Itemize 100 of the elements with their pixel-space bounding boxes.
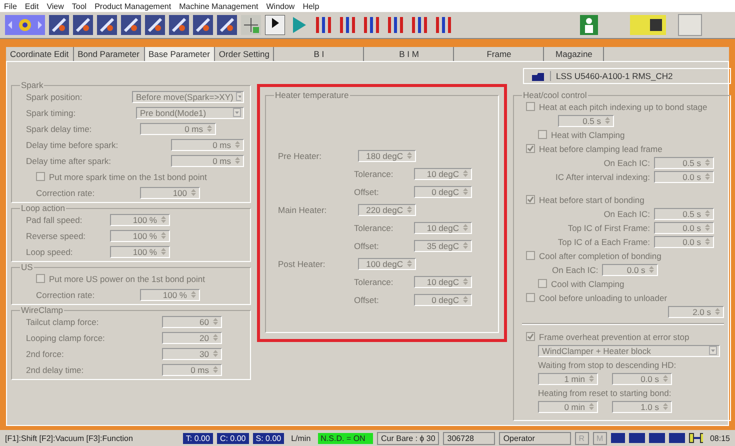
spin-field[interactable]: 20 xyxy=(162,332,222,344)
spin-arrows-icon[interactable] xyxy=(462,169,469,178)
dropdown[interactable]: Before move(Spark=>XY) xyxy=(132,90,244,102)
spin-field[interactable]: 0 ms xyxy=(171,138,244,150)
spin-field[interactable]: 0.5 s xyxy=(654,208,714,220)
checkbox[interactable] xyxy=(526,251,535,260)
spin-arrows-icon[interactable] xyxy=(704,223,711,232)
checkbox[interactable] xyxy=(526,195,535,204)
spin-field[interactable]: 0.0 s xyxy=(612,372,672,384)
checkbox[interactable] xyxy=(526,332,535,341)
toolbar-button[interactable] xyxy=(216,14,238,36)
spin-arrows-icon[interactable] xyxy=(160,215,167,224)
spin-field[interactable]: 0.0 s xyxy=(602,264,658,276)
checkbox[interactable] xyxy=(36,274,45,283)
spin-arrows-icon[interactable] xyxy=(462,223,469,232)
spin-arrows-icon[interactable] xyxy=(704,158,711,167)
checkbox[interactable] xyxy=(526,102,535,111)
spin-arrows-icon[interactable] xyxy=(160,247,167,256)
spin-field[interactable]: 0.5 s xyxy=(558,114,614,126)
spin-arrows-icon[interactable] xyxy=(406,151,413,160)
spin-field[interactable]: 2.0 s xyxy=(668,306,724,318)
checkbox[interactable] xyxy=(526,293,535,302)
spin-arrows-icon[interactable] xyxy=(206,124,213,133)
spin-arrows-icon[interactable] xyxy=(648,265,656,274)
menu-item[interactable]: Help xyxy=(302,2,320,10)
checkbox[interactable] xyxy=(538,279,547,288)
toolbar-button[interactable] xyxy=(96,14,118,36)
menu-item[interactable]: Tool xyxy=(72,2,87,10)
spin-arrows-icon[interactable] xyxy=(212,317,219,326)
spin-arrows-icon[interactable] xyxy=(234,140,241,149)
spin-field[interactable]: 1 min xyxy=(538,372,598,384)
spin-arrows-icon[interactable] xyxy=(714,307,721,316)
spin-field[interactable]: 0.0 s xyxy=(654,236,714,248)
checkbox[interactable] xyxy=(538,130,547,139)
spin-arrows-icon[interactable] xyxy=(406,205,413,214)
toolbar-button[interactable] xyxy=(628,14,668,36)
spin-field[interactable]: 60 xyxy=(162,316,222,328)
menu-item[interactable]: Window xyxy=(266,2,295,10)
spin-arrows-icon[interactable] xyxy=(662,374,669,383)
key-hints: [F1]:Shift [F2]:Vacuum [F3]:Function xyxy=(4,432,134,444)
spin-field[interactable]: 35 degC xyxy=(414,240,472,252)
spin-field[interactable]: 10 degC xyxy=(414,168,472,180)
field-label: Tolerance: xyxy=(354,222,394,232)
spin-field[interactable]: 100 % xyxy=(110,214,170,226)
tab[interactable]: Base Parameter xyxy=(144,47,215,61)
menu-item[interactable]: File xyxy=(4,2,17,10)
spin-arrows-icon[interactable] xyxy=(462,277,469,286)
spin-arrows-icon[interactable] xyxy=(462,241,469,250)
dropdown[interactable]: Pre bond(Mode1) xyxy=(136,106,244,118)
toolbar-button[interactable] xyxy=(144,14,166,36)
spin-field[interactable]: 100 xyxy=(140,186,200,198)
spin-field[interactable]: 10 degC xyxy=(414,276,472,288)
spin-arrows-icon[interactable] xyxy=(588,374,595,383)
spin-arrows-icon[interactable] xyxy=(160,231,167,240)
spin-field[interactable]: 180 degC xyxy=(358,150,416,162)
spin-arrows-icon[interactable] xyxy=(588,402,595,411)
spin-arrows-icon[interactable] xyxy=(462,187,469,196)
checkbox[interactable] xyxy=(526,144,535,153)
menu-item[interactable]: Product Management xyxy=(94,2,172,10)
spin-arrows-icon[interactable] xyxy=(604,116,611,125)
spin-field[interactable]: 0.0 s xyxy=(654,222,714,234)
spin-arrows-icon[interactable] xyxy=(406,259,413,268)
spin-field[interactable]: 0 degC xyxy=(414,186,472,198)
menu-item[interactable]: View xyxy=(46,2,64,10)
checkbox[interactable] xyxy=(36,172,45,181)
spin-field[interactable]: 30 xyxy=(162,348,222,360)
spin-field[interactable]: 1.0 s xyxy=(612,400,672,412)
spin-arrows-icon[interactable] xyxy=(234,156,241,165)
toolbar-button[interactable] xyxy=(192,14,214,36)
spin-arrows-icon[interactable] xyxy=(462,295,469,304)
spin-field[interactable]: 100 degC xyxy=(358,258,416,270)
spin-field[interactable]: 100 % xyxy=(110,230,170,242)
dropdown[interactable]: WindClamper + Heater block xyxy=(538,344,720,356)
spin-arrows-icon[interactable] xyxy=(212,349,219,358)
spin-field[interactable]: 0.0 s xyxy=(654,170,714,182)
spin-arrows-icon[interactable] xyxy=(212,333,219,342)
spin-field[interactable]: 0 ms xyxy=(140,122,216,134)
spin-field[interactable]: 0 min xyxy=(538,400,598,412)
menu-item[interactable]: Machine Management xyxy=(179,2,258,10)
toolbar-button[interactable] xyxy=(264,14,286,36)
spin-arrows-icon[interactable] xyxy=(190,290,197,299)
spin-arrows-icon[interactable] xyxy=(704,237,711,246)
spin-arrows-icon[interactable] xyxy=(190,188,197,197)
spin-field[interactable]: 100 % xyxy=(110,246,170,258)
spin-field[interactable]: 220 degC xyxy=(358,204,416,216)
spin-field[interactable]: 0 ms xyxy=(171,154,244,166)
spin-field[interactable]: 0 degC xyxy=(414,294,472,306)
spin-arrows-icon[interactable] xyxy=(662,402,669,411)
toolbar-button[interactable] xyxy=(72,14,94,36)
toolbar-button[interactable] xyxy=(168,14,190,36)
spin-arrows-icon[interactable] xyxy=(704,172,711,181)
toolbar-button[interactable] xyxy=(120,14,142,36)
toolbar-button[interactable] xyxy=(48,14,70,36)
spin-arrows-icon[interactable] xyxy=(704,209,711,218)
spin-field[interactable]: 0 ms xyxy=(162,364,222,376)
spin-arrows-icon[interactable] xyxy=(212,365,219,374)
spin-field[interactable]: 10 degC xyxy=(414,222,472,234)
menu-item[interactable]: Edit xyxy=(24,2,39,10)
spin-field[interactable]: 0.5 s xyxy=(654,156,714,168)
spin-field[interactable]: 100 % xyxy=(140,288,200,300)
